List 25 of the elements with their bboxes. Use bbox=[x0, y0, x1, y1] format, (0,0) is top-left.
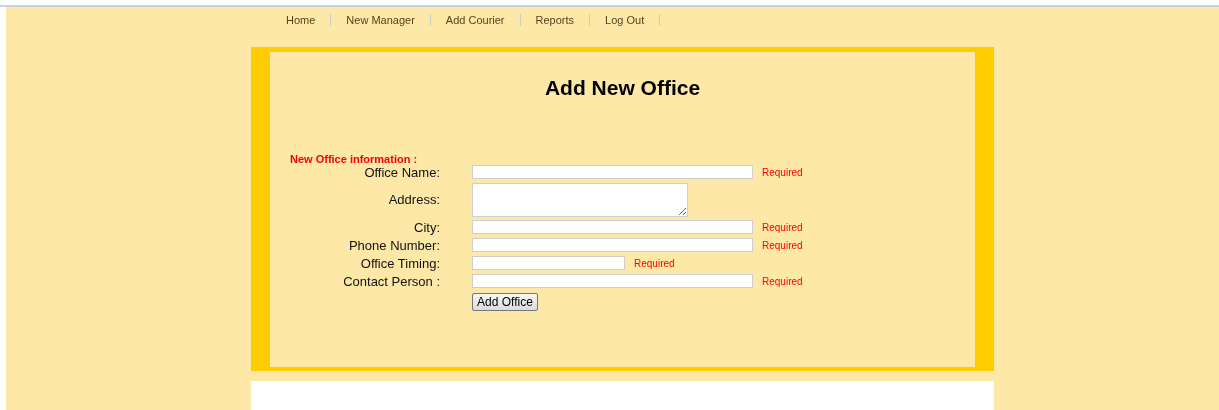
required-note: Required bbox=[762, 239, 803, 251]
nav-link[interactable]: Reports bbox=[520, 13, 591, 26]
field-label: City: bbox=[414, 219, 440, 235]
required-note: Required bbox=[762, 221, 803, 233]
add-office-button[interactable]: Add Office bbox=[472, 292, 538, 311]
field-label: Address: bbox=[388, 192, 440, 208]
required-note: Required bbox=[634, 257, 675, 269]
field-label: Office Timing: bbox=[360, 255, 440, 271]
input-field[interactable] bbox=[472, 220, 753, 235]
nav-link[interactable]: Log Out bbox=[590, 13, 661, 26]
page-title: Add New Office bbox=[544, 75, 701, 100]
input-field[interactable] bbox=[472, 256, 625, 271]
nav-link[interactable]: Home bbox=[278, 13, 332, 26]
field-label: Office Name: bbox=[364, 164, 440, 180]
field-label: Phone Number: bbox=[348, 237, 440, 253]
input-field[interactable] bbox=[472, 238, 753, 253]
nav-link[interactable]: Add Courier bbox=[430, 13, 521, 26]
required-note: Required bbox=[762, 166, 803, 178]
address-field[interactable] bbox=[472, 182, 688, 217]
nav-link[interactable]: New Manager bbox=[331, 13, 431, 26]
input-field[interactable] bbox=[472, 165, 753, 180]
section-label: New Office information : bbox=[290, 152, 418, 165]
field-label: Contact Person : bbox=[343, 273, 440, 289]
required-note: Required bbox=[762, 275, 803, 287]
input-field[interactable] bbox=[472, 274, 753, 289]
